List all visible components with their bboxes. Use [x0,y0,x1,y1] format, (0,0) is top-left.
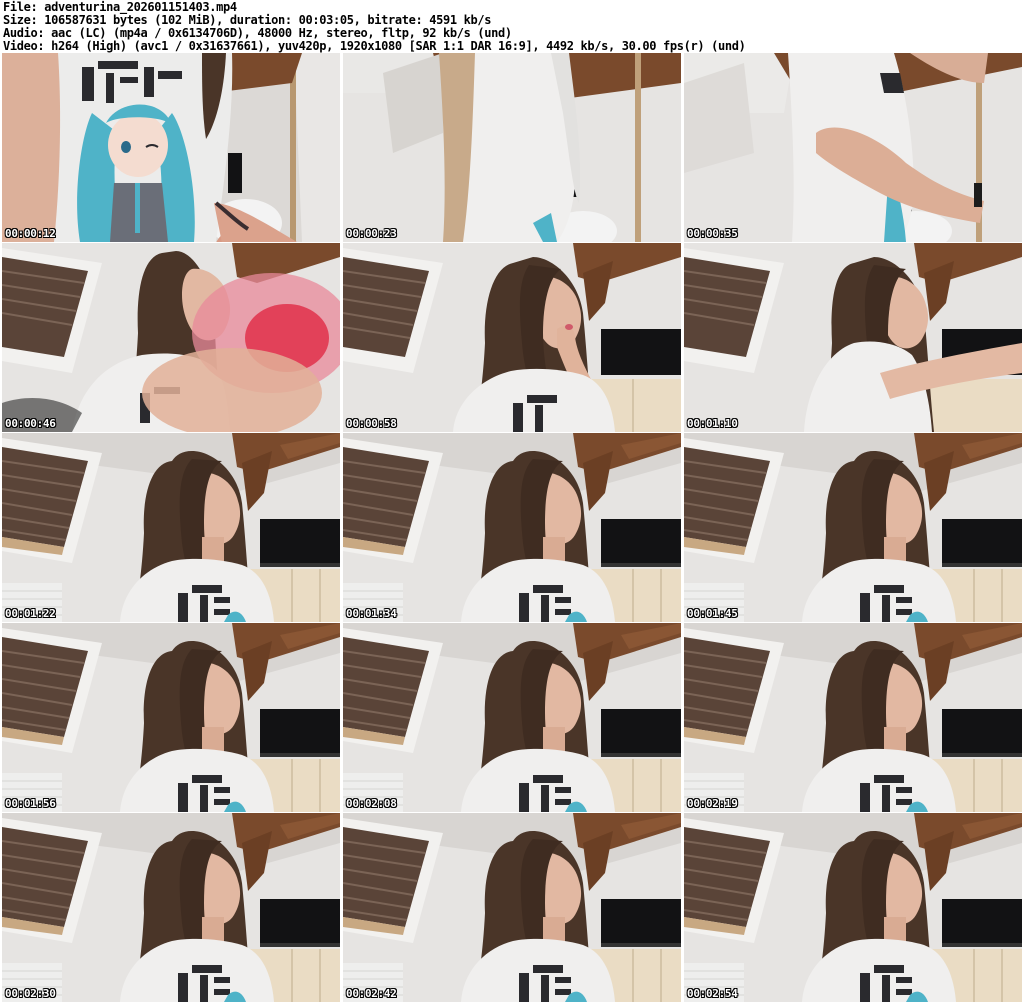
thumbnail-timestamp: 00:02:08 [346,797,397,810]
thumbnail-grid: 00:00:12 00:00:23 00:00:35 00:00:46 00:0… [2,53,1022,1003]
thumbnail-frame: 00:02:54 [684,813,1022,1002]
thumbnail-timestamp: 00:00:23 [346,227,397,240]
video-info-line: Video: h264 (High) (avc1 / 0x31637661), … [3,39,746,53]
thumbnail-timestamp: 00:00:58 [346,417,397,430]
thumbnail-frame: 00:01:45 [684,433,1022,622]
thumbnail-frame: 00:01:10 [684,243,1022,432]
thumbnail-frame: 00:02:30 [2,813,340,1002]
thumbnail-timestamp: 00:02:42 [346,987,397,1000]
thumbnail-timestamp: 00:00:46 [5,417,56,430]
thumbnail-image [2,623,340,812]
thumbnail-frame: 00:00:12 [2,53,340,242]
thumbnail-timestamp: 00:02:30 [5,987,56,1000]
thumbnail-image [684,623,1022,812]
thumbnail-image [684,53,1022,242]
thumbnail-timestamp: 00:01:34 [346,607,397,620]
thumbnail-frame: 00:00:46 [2,243,340,432]
thumbnail-timestamp: 00:02:54 [687,987,738,1000]
thumbnail-image [2,813,340,1002]
thumbnail-frame: 00:01:22 [2,433,340,622]
thumbnail-image [343,813,681,1002]
file-info-header: File: adventurina_202601151403.mp4 Size:… [3,1,1021,53]
thumbnail-timestamp: 00:01:45 [687,607,738,620]
thumbnail-timestamp: 00:00:35 [687,227,738,240]
thumbnail-frame: 00:02:42 [343,813,681,1002]
thumbnail-frame: 00:00:23 [343,53,681,242]
thumbnail-image [343,243,681,432]
thumbnail-frame: 00:01:56 [2,623,340,812]
thumbnail-timestamp: 00:02:19 [687,797,738,810]
thumbnail-frame: 00:00:35 [684,53,1022,242]
thumbnail-timestamp: 00:00:12 [5,227,56,240]
thumbnail-image [684,813,1022,1002]
thumbnail-frame: 00:02:08 [343,623,681,812]
thumbnail-frame: 00:02:19 [684,623,1022,812]
thumbnail-image [343,623,681,812]
thumbnail-frame: 00:00:58 [343,243,681,432]
thumbnail-image [684,243,1022,432]
thumbnail-image [2,53,340,242]
thumbnail-image [2,243,340,432]
thumbnail-image [684,433,1022,622]
thumbnail-image [2,433,340,622]
thumbnail-image [343,433,681,622]
thumbnail-frame: 00:01:34 [343,433,681,622]
thumbnail-image [343,53,681,242]
thumbnail-timestamp: 00:01:22 [5,607,56,620]
thumbnail-timestamp: 00:01:56 [5,797,56,810]
thumbnail-timestamp: 00:01:10 [687,417,738,430]
